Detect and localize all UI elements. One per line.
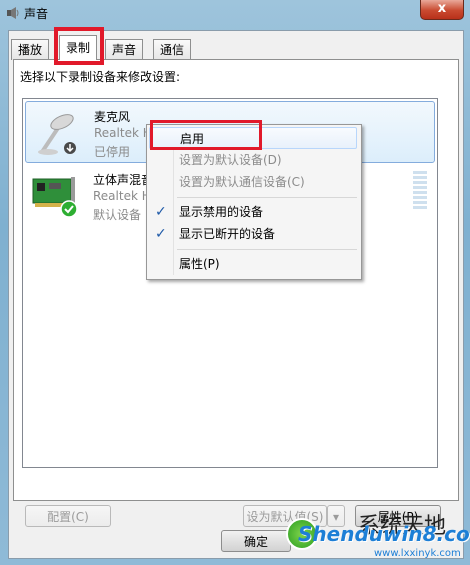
level-meter [413,171,427,211]
menu-item-show-disconnected[interactable]: ✓ 显示已断开的设备 [149,223,357,245]
device-driver: Realtek H [93,189,151,203]
instruction-text: 选择以下录制设备来修改设置: [20,70,181,84]
tab-strip: 播放 录制 声音 通信 [9,27,461,65]
ok-button[interactable]: 确定 [221,530,291,552]
menu-label: 显示已断开的设备 [179,227,276,241]
menu-separator [177,197,357,198]
tab-communications[interactable]: 通信 [153,39,192,60]
menu-item-set-default-comm[interactable]: 设置为默认通信设备(C) [149,171,357,193]
microphone-icon [38,114,76,155]
watermark: 系统天地 Shenduwin8.com www.lxxinyk.com [286,510,470,565]
menu-separator [177,249,357,250]
check-icon: ✓ [155,204,167,220]
speaker-icon [7,7,19,19]
device-name: 立体声混音 [93,173,154,187]
tab-sounds[interactable]: 声音 [105,39,144,60]
window-title: 声音 [24,7,49,21]
title-bar[interactable]: 声音 x [0,0,470,30]
menu-item-properties[interactable]: 属性(P) [149,253,357,275]
device-name: 麦克风 [94,110,131,124]
close-button[interactable]: x [420,0,464,20]
menu-label: 显示禁用的设备 [179,205,264,219]
configure-button[interactable]: 配置(C) [25,505,111,527]
menu-item-set-default[interactable]: 设置为默认设备(D) [149,149,357,171]
watermark-brand: Shenduwin8.com [298,522,470,546]
tab-highlight-box [54,27,104,65]
menu-item-show-disabled[interactable]: ✓ 显示禁用的设备 [149,201,357,223]
watermark-url: www.lxxinyk.com [374,548,461,559]
sound-dialog-window: 声音 x 播放 录制 声音 通信 选择以下录制设备来修改设置: 麦克风 Real… [0,0,470,565]
device-driver: Realtek H [94,126,152,140]
dialog-client-area: 播放 录制 声音 通信 选择以下录制设备来修改设置: 麦克风 Realtek H… [8,27,464,559]
device-status: 默认设备 [93,208,142,222]
enable-highlight-box [150,120,262,150]
check-icon: ✓ [155,226,167,242]
sound-card-icon [32,177,78,218]
device-status: 已停用 [94,145,131,159]
tab-playback[interactable]: 播放 [11,39,50,60]
